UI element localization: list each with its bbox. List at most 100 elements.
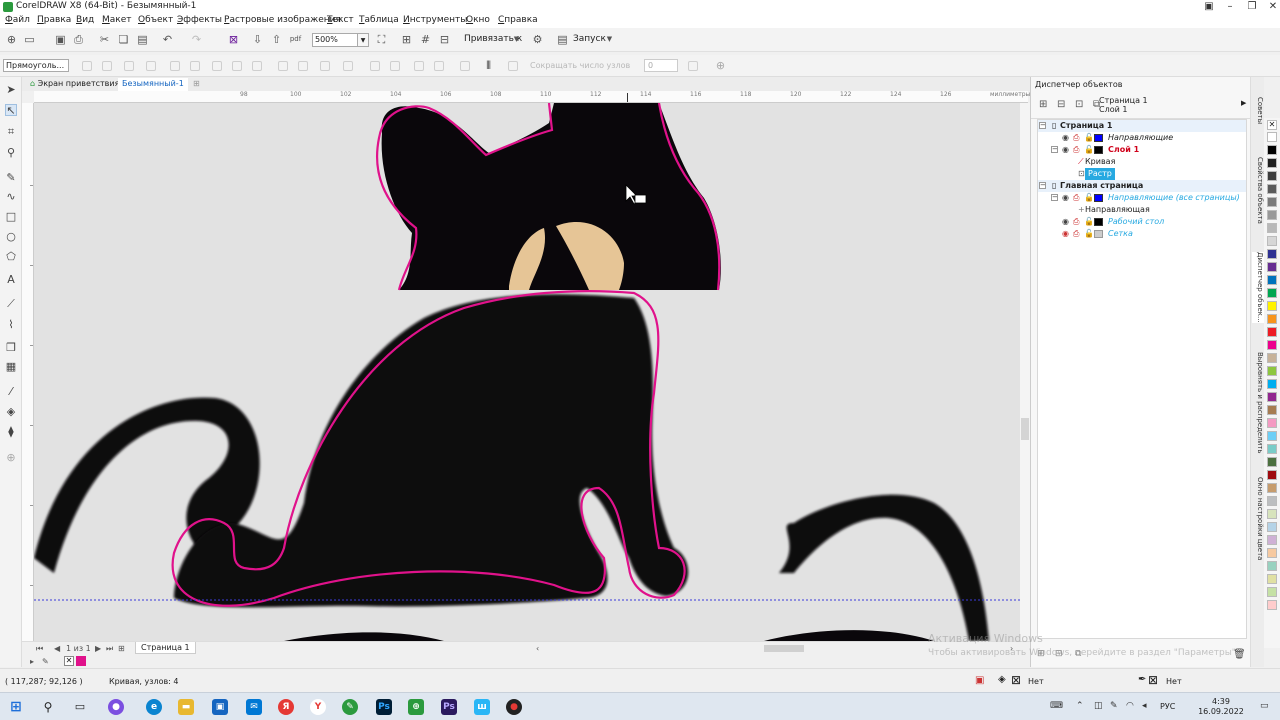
palette-color-chip[interactable]	[1267, 171, 1277, 181]
pick-tool-icon[interactable]: ➤	[5, 84, 17, 96]
tree-page-1[interactable]: − ▯ Страница 1	[1038, 120, 1246, 132]
side-tab-align-distribute[interactable]: Выровнять и распределить	[1252, 352, 1264, 453]
network-icon[interactable]: ◫	[1094, 701, 1103, 711]
crop-tool-icon[interactable]: ⌗	[5, 126, 17, 138]
ellipse-tool-icon[interactable]: ○	[5, 231, 17, 243]
visibility-eye-icon[interactable]: ◉	[1062, 216, 1069, 228]
file-explorer-icon[interactable]: ▬	[178, 699, 194, 715]
palette-color-chip[interactable]	[1267, 288, 1277, 298]
palette-color-chip[interactable]	[1267, 197, 1277, 207]
print-toggle-icon[interactable]: ⎙	[1073, 144, 1079, 156]
menu-object[interactable]: Объект	[138, 15, 173, 25]
next-page-icon[interactable]: ▶	[95, 644, 101, 653]
mail-icon[interactable]: ✉	[246, 699, 262, 715]
no-color-chip[interactable]: ✕	[1267, 120, 1277, 130]
vertical-scrollbar[interactable]	[1020, 103, 1030, 641]
magenta-doc-swatch[interactable]	[76, 656, 86, 666]
add-tool-icon[interactable]: ⊕	[5, 452, 17, 464]
palette-arrow-icon[interactable]: ▸	[30, 657, 34, 666]
polygon-tool-icon[interactable]: ⬠	[5, 251, 17, 263]
menu-window[interactable]: Окно	[466, 15, 490, 25]
menu-help[interactable]: Справка	[498, 15, 538, 25]
layer-color-swatch[interactable]	[1094, 146, 1103, 154]
volume-icon[interactable]: ◂	[1142, 701, 1147, 711]
menu-edit[interactable]: Правка	[37, 15, 71, 25]
minimize-button[interactable]: –	[1218, 0, 1242, 14]
palette-color-chip[interactable]	[1267, 457, 1277, 467]
palette-color-chip[interactable]	[1267, 522, 1277, 532]
launch-app-icon[interactable]: ▤	[556, 33, 569, 46]
color-proof-icon[interactable]: ▣	[975, 675, 984, 686]
store-icon[interactable]: ▣	[212, 699, 228, 715]
docker-menu-arrow-icon[interactable]: ▶	[1241, 99, 1246, 107]
palette-color-chip[interactable]	[1267, 158, 1277, 168]
new-layer-icon[interactable]: ⊟	[1057, 99, 1065, 110]
tab-document[interactable]: Безымянный-1	[118, 78, 188, 91]
rectangle-tool-icon[interactable]: □	[5, 211, 17, 223]
open-icon[interactable]: ▭	[23, 33, 36, 46]
options-gear-icon[interactable]: ⚙	[531, 33, 544, 46]
freehand-tool-icon[interactable]: ✎	[5, 172, 17, 184]
palette-color-chip[interactable]	[1267, 249, 1277, 259]
close-button[interactable]: ✕	[1261, 0, 1280, 14]
menu-view[interactable]: Вид	[76, 15, 94, 25]
elastic-mode-icon[interactable]: ⫴	[482, 59, 495, 72]
palette-color-chip[interactable]	[1267, 509, 1277, 519]
mic-icon[interactable]: ✎	[1110, 701, 1118, 711]
lock-icon[interactable]: 🔓	[1084, 144, 1094, 156]
add-button-icon[interactable]: ⊕	[714, 59, 727, 72]
zoom-level-input[interactable]: 500%	[312, 33, 358, 47]
undo-icon[interactable]: ↶	[161, 33, 174, 46]
wifi-icon[interactable]: ◠	[1126, 701, 1134, 711]
print-toggle-icon[interactable]: ⎙	[1073, 132, 1079, 144]
lock-icon[interactable]: 🔓	[1084, 192, 1094, 204]
prev-page-icon[interactable]: ◀	[54, 644, 60, 653]
grid-color-swatch[interactable]	[1094, 230, 1103, 238]
horizontal-scroll-thumb[interactable]	[764, 645, 804, 652]
eyedropper-icon[interactable]: ⁄	[5, 386, 17, 398]
tree-desktop-layer[interactable]: ◉ ⎙ 🔓 Рабочий стол	[1038, 216, 1246, 228]
print-toggle-icon[interactable]: ⎙	[1073, 228, 1079, 240]
palette-color-chip[interactable]	[1267, 262, 1277, 272]
side-tab-object-properties[interactable]: Свойства объекта	[1252, 157, 1264, 224]
smart-fill-icon[interactable]: ⧫	[5, 426, 17, 438]
shape-mode-select[interactable]: Прямоуголь...	[3, 59, 69, 72]
palette-color-chip[interactable]	[1267, 470, 1277, 480]
layer-manager-icon[interactable]: ⊞	[1039, 99, 1047, 110]
palette-color-chip[interactable]	[1267, 223, 1277, 233]
tree-master-page[interactable]: − ▯ Главная страница	[1038, 180, 1246, 192]
visibility-off-icon[interactable]: ◉	[1062, 228, 1069, 240]
drop-shadow-icon[interactable]: ❒	[5, 342, 17, 354]
guides-color-swatch[interactable]	[1094, 194, 1103, 202]
collapse-icon[interactable]: −	[1051, 146, 1058, 153]
messenger-icon[interactable]: ш	[474, 699, 490, 715]
keyboard-icon[interactable]: ⌨	[1050, 701, 1063, 711]
print-toggle-icon[interactable]: ⎙	[1073, 216, 1079, 228]
export-icon[interactable]: ⇧	[270, 33, 283, 46]
interactive-fill-icon[interactable]: ◈	[5, 406, 17, 418]
palette-color-chip[interactable]	[1267, 184, 1277, 194]
palette-color-chip[interactable]	[1267, 561, 1277, 571]
show-rulers-icon[interactable]: ⊞	[400, 33, 413, 46]
coreldraw-taskbar-icon[interactable]: ✎	[342, 699, 358, 715]
tree-guides-layer[interactable]: ◉ ⎙ 🔓 Направляющие	[1038, 132, 1246, 144]
full-screen-icon[interactable]: ⛶	[375, 33, 388, 46]
windows-start-icon[interactable]: ⊞	[8, 699, 24, 715]
menu-effects[interactable]: Эффекты	[177, 15, 222, 25]
show-guides-icon[interactable]: ⊟	[438, 33, 451, 46]
menu-tools[interactable]: Инструменты	[403, 15, 467, 25]
page-tab[interactable]: Страница 1	[135, 642, 196, 654]
show-grid-icon[interactable]: #	[419, 33, 432, 46]
new-document-icon[interactable]: ⊕	[5, 33, 18, 46]
print-icon[interactable]: ⎙	[72, 33, 85, 46]
visibility-eye-icon[interactable]: ◉	[1062, 192, 1069, 204]
text-tool-icon[interactable]: A	[5, 274, 17, 286]
yandex-icon[interactable]: Я	[278, 699, 294, 715]
palette-color-chip[interactable]	[1267, 535, 1277, 545]
fill-icon[interactable]: ◈	[998, 674, 1006, 685]
search-icon[interactable]: ⚲	[40, 699, 56, 715]
outline-pen-icon[interactable]: ✒	[1138, 674, 1146, 685]
palette-color-chip[interactable]	[1267, 379, 1277, 389]
visibility-eye-icon[interactable]: ◉	[1062, 144, 1069, 156]
palette-color-chip[interactable]	[1267, 496, 1277, 506]
